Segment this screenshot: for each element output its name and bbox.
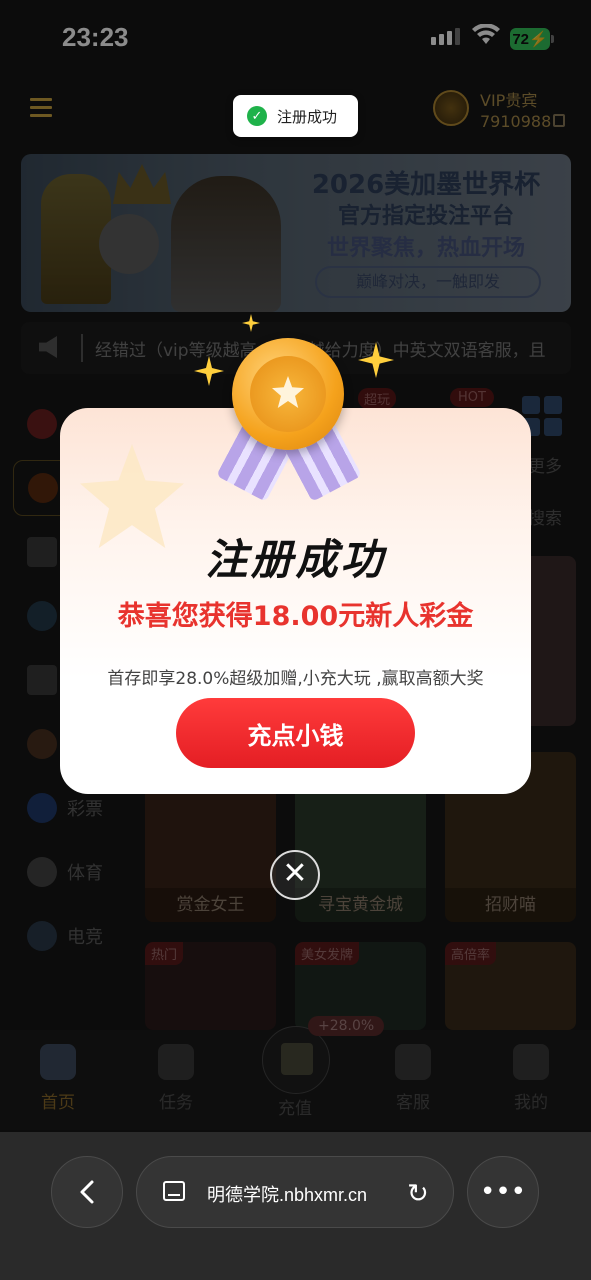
reload-icon[interactable]: ↻ — [407, 1179, 429, 1209]
recharge-cta-button[interactable]: 充点小钱 — [176, 698, 415, 768]
address-bar[interactable]: 明德学院.nbhxmr.cn ↻ — [136, 1156, 454, 1228]
page-menu-icon[interactable] — [163, 1181, 185, 1201]
close-modal-button[interactable]: ✕ — [270, 850, 320, 900]
back-button[interactable] — [51, 1156, 123, 1228]
gold-coin — [232, 338, 344, 450]
check-icon: ✓ — [247, 106, 267, 126]
star-icon — [272, 376, 304, 408]
toast-message: 注册成功 — [277, 107, 338, 126]
medal-icon — [214, 314, 364, 504]
modal-subtitle: 恭喜您获得18.00元新人彩金 — [117, 601, 474, 632]
ellipsis-icon: ••• — [479, 1177, 526, 1207]
more-options-button[interactable]: ••• — [467, 1156, 539, 1228]
chevron-left-icon — [80, 1180, 94, 1204]
success-toast: ✓ 注册成功 — [233, 95, 358, 137]
modal-title: 注册成功 — [205, 535, 386, 584]
modal-description: 首存即享28.0%超级加赠,小充大玩 ,赢取高额大奖 — [107, 669, 484, 689]
url-text: 明德学院.nbhxmr.cn — [207, 1185, 368, 1205]
app-screen: 23:23 72⚡ ✦ ✦ VIP贵宾 7910988 2026美加墨世界杯 官… — [0, 0, 591, 1280]
browser-toolbar: 明德学院.nbhxmr.cn ↻ ••• — [0, 1132, 591, 1280]
